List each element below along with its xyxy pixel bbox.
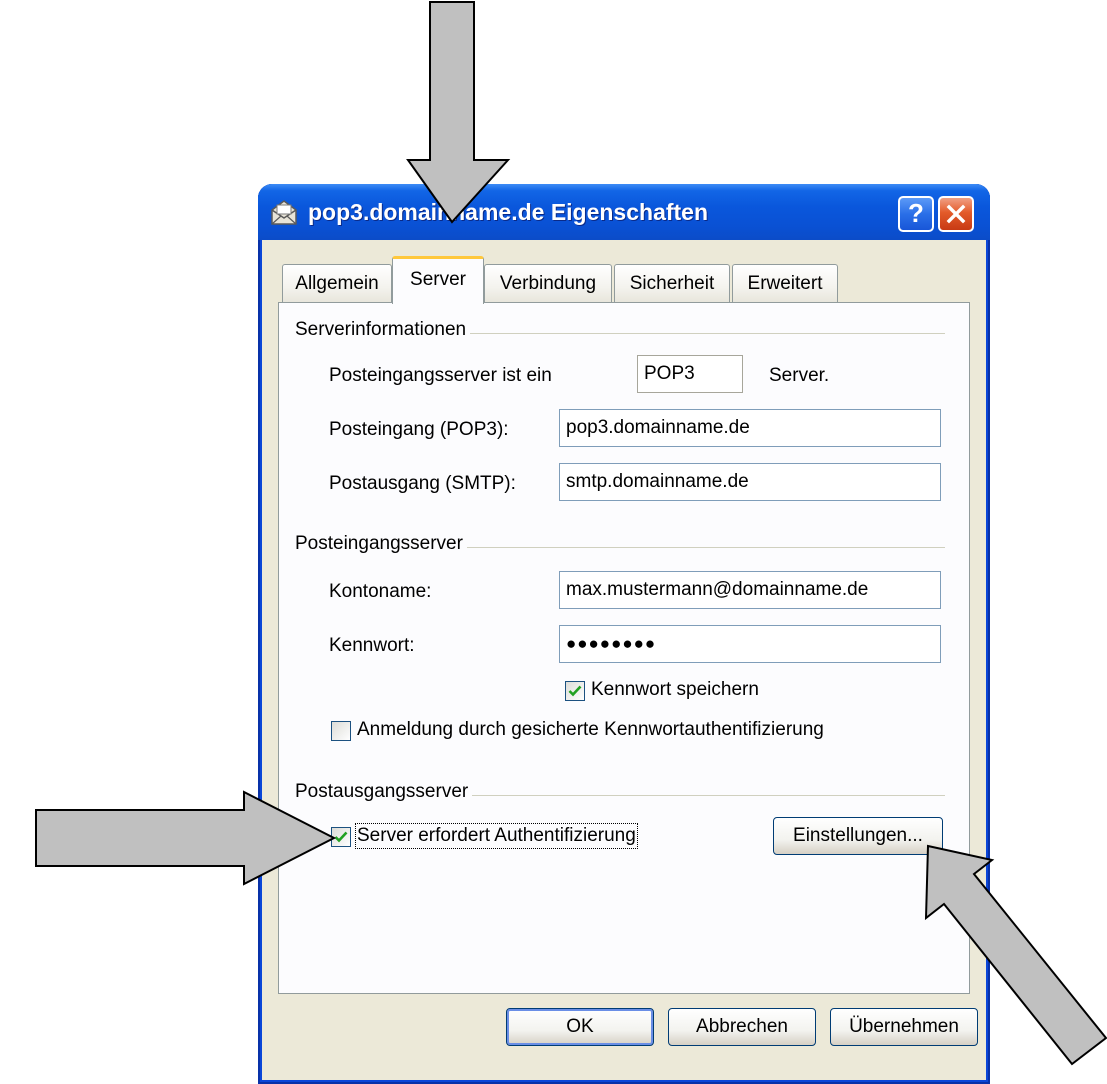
server-type-field: POP3 — [637, 355, 743, 393]
ok-button[interactable]: OK — [506, 1008, 654, 1046]
account-name-input[interactable]: max.mustermann@domainname.de — [559, 571, 941, 609]
dialog-client-area: Allgemein Server Verbindung Sicherheit E… — [262, 240, 986, 1080]
password-input[interactable]: ●●●●●●●● — [559, 625, 941, 663]
tab-verbindung[interactable]: Verbindung — [484, 264, 612, 302]
title-bar[interactable]: pop3.domainname.de Eigenschaften ? — [258, 184, 990, 240]
account-name-label: Kontoname: — [329, 581, 432, 602]
outgoing-server-input[interactable]: smtp.domainname.de — [559, 463, 941, 501]
incoming-group-label: Posteingangsserver — [295, 533, 467, 555]
spa-checkbox[interactable] — [331, 721, 351, 741]
checkmark-icon — [568, 685, 582, 697]
tab-allgemein[interactable]: Allgemein — [282, 264, 392, 302]
mail-account-icon — [269, 198, 299, 226]
close-icon — [946, 204, 966, 224]
settings-button[interactable]: Einstellungen... — [773, 817, 943, 855]
properties-dialog: pop3.domainname.de Eigenschaften ? Allge… — [258, 184, 990, 1084]
password-label: Kennwort: — [329, 635, 415, 656]
server-info-group-label: Serverinformationen — [295, 319, 471, 341]
help-button[interactable]: ? — [898, 196, 934, 232]
spa-label[interactable]: Anmeldung durch gesicherte Kennwortauthe… — [357, 719, 824, 741]
server-type-label: Posteingangsserver ist ein — [329, 365, 552, 386]
close-button[interactable] — [938, 196, 974, 232]
incoming-server-input[interactable]: pop3.domainname.de — [559, 409, 941, 447]
annotation-arrow-up-left — [924, 844, 1107, 1066]
server-auth-label[interactable]: Server erfordert Authentifizierung — [355, 823, 638, 849]
annotation-arrow-down — [406, 1, 511, 224]
server-tab-panel: Serverinformationen Posteingangsserver i… — [278, 302, 970, 994]
tab-server[interactable]: Server — [392, 256, 484, 304]
incoming-server-label: Posteingang (POP3): — [329, 419, 509, 440]
save-password-label[interactable]: Kennwort speichern — [591, 679, 759, 701]
tab-sicherheit[interactable]: Sicherheit — [614, 264, 730, 302]
tab-erweitert[interactable]: Erweitert — [732, 264, 838, 302]
cancel-button[interactable]: Abbrechen — [668, 1008, 816, 1046]
annotation-arrow-right — [35, 790, 337, 886]
outgoing-server-label: Postausgang (SMTP): — [329, 473, 516, 494]
save-password-checkbox[interactable] — [565, 681, 585, 701]
server-type-suffix: Server. — [769, 365, 830, 386]
